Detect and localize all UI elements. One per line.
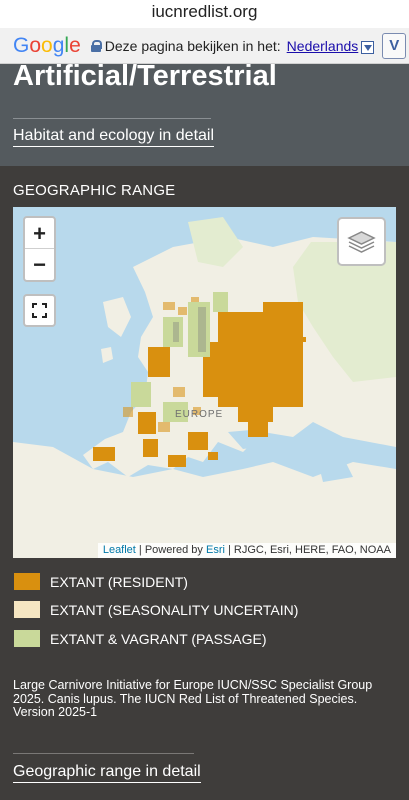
fullscreen-icon [32,303,47,318]
range-detail-link[interactable]: Geographic range in detail [13,763,201,783]
zoom-control: + − [23,216,56,282]
fullscreen-button[interactable] [23,294,56,327]
legend-swatch [13,629,41,648]
translate-language-select[interactable]: Nederlands [287,38,359,54]
geographic-range-heading: GEOGRAPHIC RANGE [13,182,176,199]
dropdown-arrow-icon[interactable] [361,41,375,54]
map-place-label: EUROPE [175,409,224,420]
translate-button[interactable]: V [382,32,407,59]
attribution-providers: | RJGC, Esri, HERE, FAO, NOAA [224,544,391,556]
translate-prompt: Deze pagina bekijken in het: [104,37,281,54]
browser-address-bar[interactable]: iucnredlist.org [0,0,409,28]
divider [13,118,211,119]
legend-label: EXTANT & VAGRANT (PASSAGE) [50,631,267,647]
legend-item-resident: EXTANT (RESIDENT) [13,572,373,592]
habitat-detail-link[interactable]: Habitat and ecology in detail [13,127,215,147]
esri-link[interactable]: Esri [206,544,225,556]
legend-item-seasonality-uncertain: EXTANT (SEASONALITY UNCERTAIN) [13,600,373,620]
range-map[interactable]: + − EUROPE Leaflet | Powered by Esri | R… [13,207,396,558]
google-logo: Google [13,33,81,57]
translate-bar: Google Deze pagina bekijken in het: Nede… [0,28,409,64]
lock-icon [90,39,102,52]
map-attribution: Leaflet | Powered by Esri | RJGC, Esri, … [97,543,396,558]
legend-swatch [13,572,41,591]
legend-item-passage: EXTANT & VAGRANT (PASSAGE) [13,629,373,649]
layers-icon [347,231,376,253]
legend-label: EXTANT (SEASONALITY UNCERTAIN) [50,602,299,618]
zoom-in-button[interactable]: + [25,218,54,249]
url-text[interactable]: iucnredlist.org [152,2,258,21]
range-citation: Large Carnivore Initiative for Europe IU… [13,678,373,719]
zoom-out-button[interactable]: − [25,249,54,280]
legend-swatch [13,600,41,619]
layers-button[interactable] [337,217,386,266]
divider [13,753,194,754]
legend-label: EXTANT (RESIDENT) [50,574,188,590]
habitat-title: Artificial/Terrestrial [13,60,277,92]
attribution-separator: | Powered by [135,544,206,556]
habitat-section: Artificial/Terrestrial Habitat and ecolo… [0,60,409,166]
leaflet-link[interactable]: Leaflet [103,544,136,556]
